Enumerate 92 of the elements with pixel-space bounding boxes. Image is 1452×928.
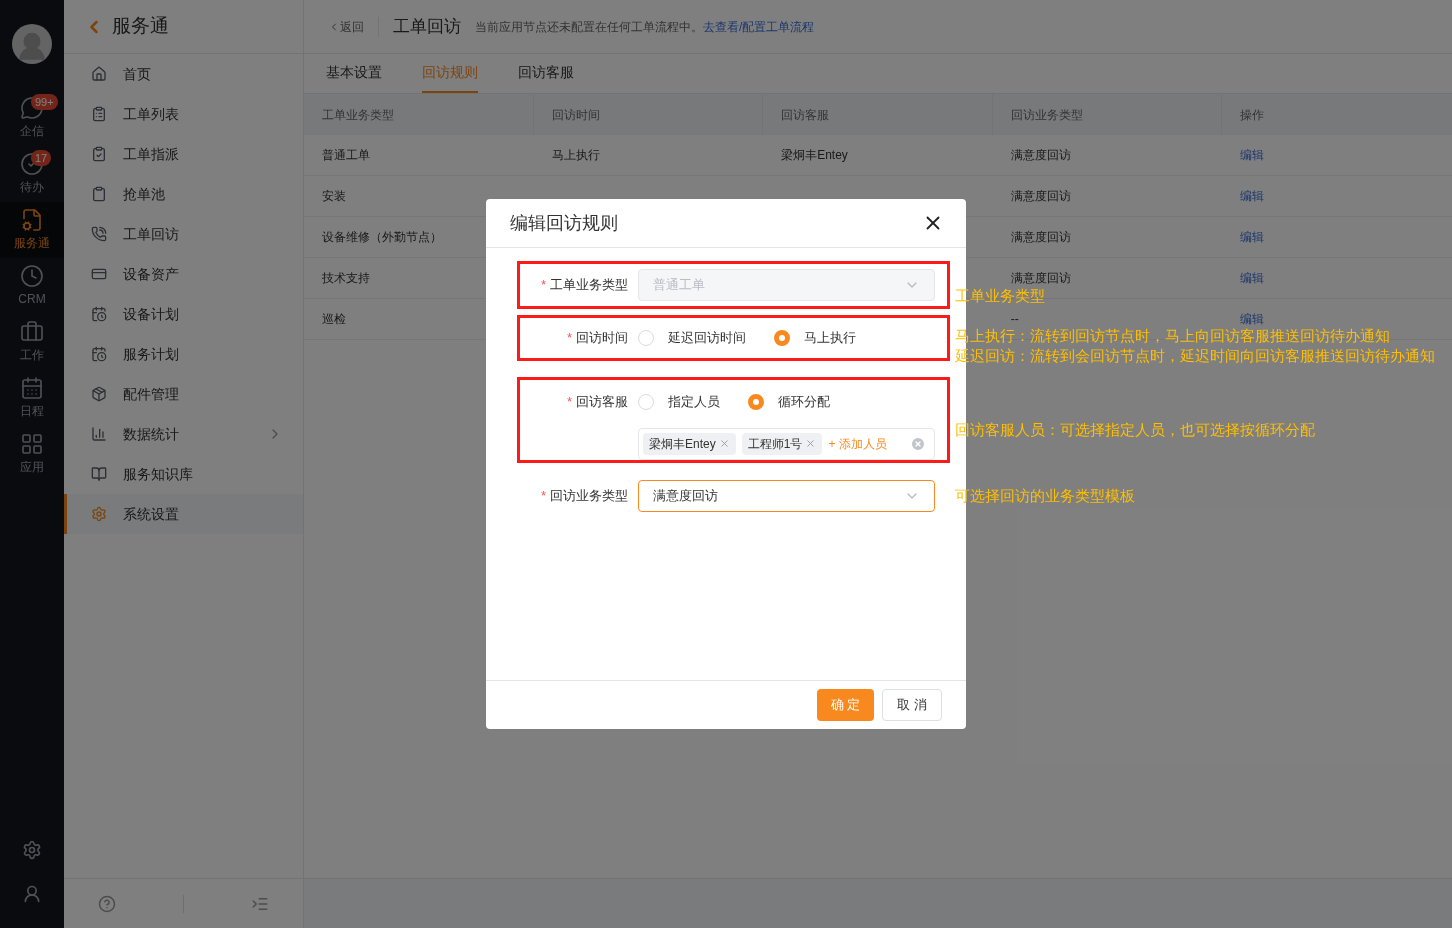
tab[interactable]: 回访客服 xyxy=(518,53,574,93)
avatar[interactable] xyxy=(12,24,52,64)
workflow-link[interactable]: 去查看/配置工单流程 xyxy=(703,19,815,34)
annotation-text: 工单业务类型 xyxy=(955,286,1046,306)
edit-link[interactable]: 编辑 xyxy=(1240,310,1265,328)
sidebar-item[interactable]: 设备资产 xyxy=(64,254,303,294)
rail-item[interactable]: 工作 xyxy=(0,314,64,370)
bar-chart-icon xyxy=(91,426,107,442)
edit-link[interactable]: 编辑 xyxy=(1240,269,1265,287)
briefcase-icon xyxy=(20,320,44,344)
cancel-button[interactable]: 取 消 xyxy=(882,689,942,721)
rail-item[interactable]: CRM xyxy=(0,258,64,314)
calendar-icon xyxy=(91,306,107,322)
count-badge: 17 xyxy=(31,150,52,166)
clipboard-icon xyxy=(91,186,107,202)
hint-text: 当前应用节点还未配置在任何工单流程中。 xyxy=(475,19,703,34)
sidebar-item[interactable]: 数据统计 xyxy=(64,414,303,454)
table-cell-text: 满意度回访 xyxy=(1010,270,1071,287)
settings-icon[interactable] xyxy=(22,840,42,860)
radio-option[interactable]: 指定人员 xyxy=(638,392,720,412)
count-badge: 99+ xyxy=(31,94,58,110)
back-link[interactable]: 返回 xyxy=(328,17,364,36)
column-header: 回访时间 xyxy=(533,94,764,135)
book-icon xyxy=(91,466,107,482)
rail-item[interactable]: 日程 xyxy=(0,370,64,426)
table-cell-text: 技术支持 xyxy=(322,270,370,287)
field-label: * 回访时间 xyxy=(566,329,628,348)
annotation-text: 回访客服人员：可选择指定人员，也可选择按循环分配 xyxy=(955,420,1316,440)
radio-option[interactable]: 循环分配 xyxy=(748,392,830,412)
member-tag: 工程师1号 xyxy=(741,432,823,455)
calendar-icon xyxy=(20,376,44,400)
phone-icon xyxy=(91,226,107,242)
edit-link[interactable]: 编辑 xyxy=(1240,146,1265,164)
clear-icon[interactable] xyxy=(910,435,926,452)
edit-link[interactable]: 编辑 xyxy=(1240,187,1265,205)
home-icon xyxy=(91,66,107,82)
package-icon xyxy=(91,386,107,402)
add-member-link[interactable]: + 添加人员 xyxy=(828,434,887,453)
grid-icon xyxy=(20,432,44,456)
annotation-text: 可选择回访的业务类型模板 xyxy=(955,486,1136,506)
rail-item[interactable]: 待办 17 xyxy=(0,146,64,202)
table-cell-text: 满意度回访 xyxy=(1010,147,1071,164)
field-label: * 工单业务类型 xyxy=(540,276,628,295)
calendar-icon xyxy=(91,346,107,362)
table-cell-text: -- xyxy=(1010,311,1019,328)
sidebar-item[interactable]: 首页 xyxy=(64,54,303,94)
sidebar-title: 服务通 xyxy=(112,14,169,39)
table-cell-text: 满意度回访 xyxy=(1010,188,1071,205)
annotation-text: 延迟回访：流转到会回访节点时，延迟时间向回访客服推送回访待办通知 xyxy=(955,346,1435,366)
edit-link[interactable]: 编辑 xyxy=(1240,228,1265,246)
sidebar-item[interactable]: 工单指派 xyxy=(64,134,303,174)
column-header: 工单业务类型 xyxy=(304,94,534,135)
confirm-button[interactable]: 确 定 xyxy=(816,689,875,721)
settings-icon xyxy=(91,506,107,522)
sidebar-item[interactable]: 系统设置 xyxy=(64,494,303,534)
card-icon xyxy=(91,266,107,282)
page-title: 工单回访 xyxy=(393,15,461,38)
sidebar-item[interactable]: 设备计划 xyxy=(64,294,303,334)
table-cell-text: 梁炯丰Entey xyxy=(781,147,848,164)
sidebar-item[interactable]: 工单回访 xyxy=(64,214,303,254)
field-label: * 回访业务类型 xyxy=(540,487,628,506)
table-cell-text: 巡检 xyxy=(322,311,346,328)
sidebar-item[interactable]: 服务计划 xyxy=(64,334,303,374)
column-header: 回访客服 xyxy=(763,94,993,135)
table-cell-text: 满意度回访 xyxy=(1010,229,1071,246)
clipboard-icon xyxy=(91,106,107,122)
member-field[interactable]: 梁炯丰Entey 工程师1号 + 添加人员 xyxy=(638,427,935,460)
rail-item[interactable]: 企信 99+ xyxy=(0,90,64,146)
sidebar-item[interactable]: 服务知识库 xyxy=(64,454,303,494)
radio-option[interactable]: 延迟回访时间 xyxy=(638,328,746,348)
column-header: 操作 xyxy=(1239,106,1266,124)
rail-item[interactable]: 应用 xyxy=(0,426,64,482)
table-cell-text: 安装 xyxy=(322,188,346,205)
field-label: * 回访客服 xyxy=(566,393,628,411)
radio-option[interactable]: 马上执行 xyxy=(774,328,856,348)
sidebar-item[interactable]: 抢单池 xyxy=(64,174,303,214)
rail-item[interactable]: 服务通 xyxy=(0,202,64,258)
dialog-title: 编辑回访规则 xyxy=(510,211,618,235)
member-tag: 梁炯丰Entey xyxy=(643,432,736,455)
tab[interactable]: 基本设置 xyxy=(326,53,382,93)
document-icon xyxy=(20,208,44,232)
clipboard-icon xyxy=(91,146,107,162)
sidebar-item[interactable]: 配件管理 xyxy=(64,374,303,414)
clock-icon xyxy=(20,264,44,288)
table-cell-text: 设备维修（外勤节点） xyxy=(322,229,442,246)
table-cell-text: 普通工单 xyxy=(322,147,370,164)
column-header: 回访业务类型 xyxy=(992,94,1223,135)
help-icon[interactable] xyxy=(97,894,116,913)
sidebar-item[interactable]: 工单列表 xyxy=(64,94,303,134)
table-cell-text: 马上执行 xyxy=(551,147,600,164)
select-field[interactable]: 满意度回访 xyxy=(638,480,935,512)
annotation-text: 马上执行：流转到回访节点时，马上向回访客服推送回访待办通知 xyxy=(955,326,1391,346)
